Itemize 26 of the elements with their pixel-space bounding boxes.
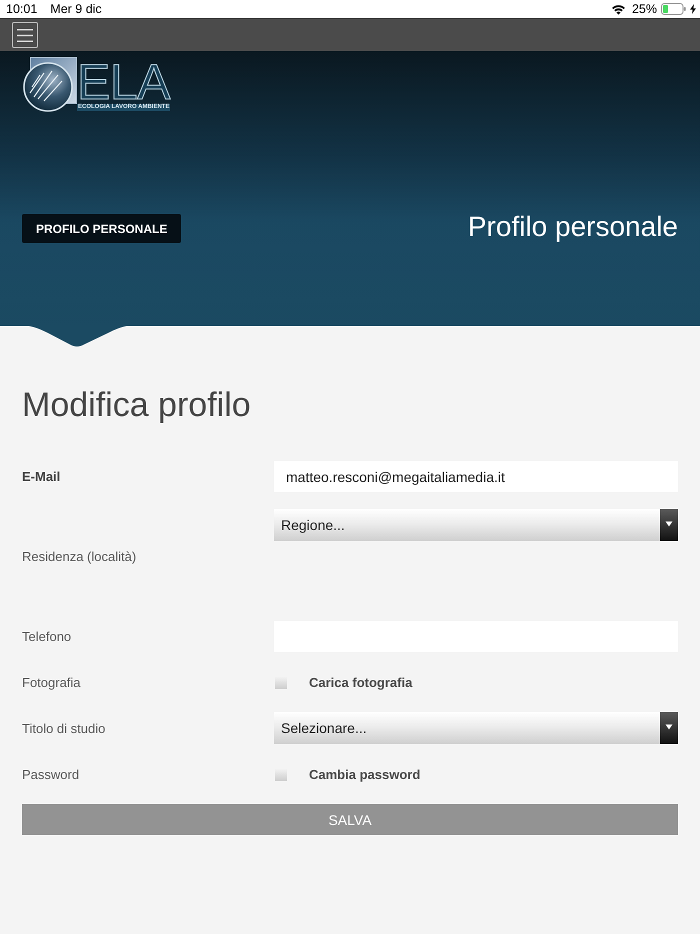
- field-label: Telefono: [22, 629, 72, 644]
- form-heading: Modifica profilo: [22, 385, 251, 425]
- logo-emblem-icon: [22, 57, 77, 112]
- menu-button[interactable]: [12, 22, 38, 48]
- menu-icon: [17, 28, 33, 42]
- checkbox[interactable]: [275, 677, 287, 689]
- status-time: 10:01: [6, 2, 38, 16]
- dropdown-select[interactable]: Selezionare...: [274, 712, 678, 744]
- field-label: Password: [22, 766, 80, 782]
- text-input-field[interactable]: matteo.resconi@megaitaliamedia.it: [274, 461, 678, 492]
- field-label: Fotografia: [22, 674, 81, 690]
- checkbox[interactable]: [275, 769, 287, 781]
- page-badge: PROFILO PERSONALE: [22, 214, 182, 243]
- logo-wordmark: ELA: [77, 62, 170, 102]
- page-title: Profilo personale: [468, 211, 678, 243]
- field-label: E-Mail: [22, 469, 60, 484]
- field-label: Titolo di studio: [22, 720, 106, 736]
- checkbox-label[interactable]: Carica fotografia: [309, 674, 412, 690]
- battery-percentage: 25%: [632, 2, 657, 16]
- status-date: Mer 9 dic: [50, 2, 102, 16]
- field-label: Residenza (località): [22, 549, 136, 564]
- checkbox-label[interactable]: Cambia password: [309, 766, 420, 782]
- charging-bolt-icon: [690, 4, 696, 14]
- wifi-icon: [610, 4, 626, 14]
- dropdown-select[interactable]: Regione...: [274, 509, 678, 541]
- battery-icon: [661, 3, 686, 15]
